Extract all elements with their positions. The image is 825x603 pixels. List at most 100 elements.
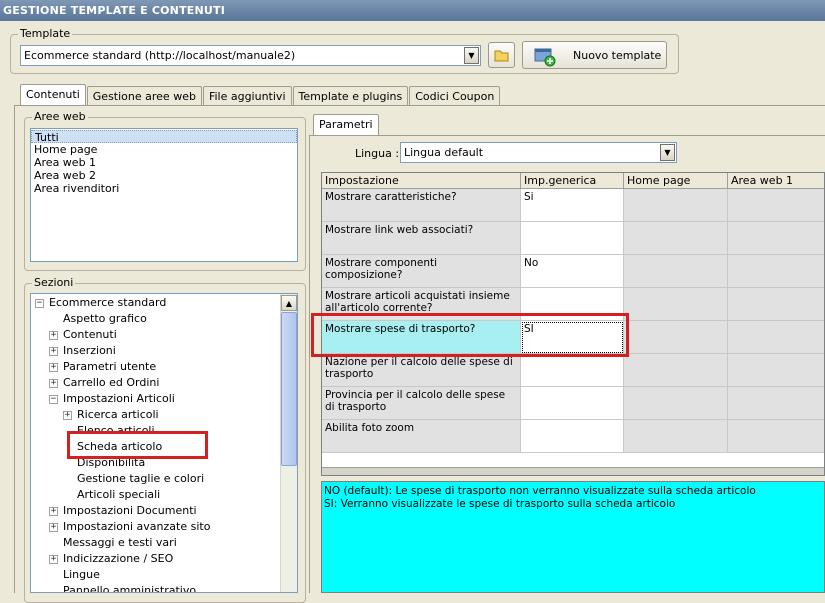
expand-icon[interactable]: +: [49, 555, 58, 564]
area-web-1-cell[interactable]: [728, 420, 824, 453]
aree-web-list[interactable]: Tutti Home page Area web 1 Area web 2 Ar…: [30, 128, 298, 262]
chevron-down-icon[interactable]: ▼: [464, 47, 479, 64]
tree-item[interactable]: Articoli speciali: [31, 487, 279, 503]
new-template-button[interactable]: Nuovo template: [522, 41, 667, 69]
tree-item[interactable]: + Ricerca articoli: [31, 407, 279, 423]
tree-item[interactable]: Pannello amministrativo: [31, 583, 279, 592]
new-template-icon: [534, 48, 556, 67]
area-web-1-cell[interactable]: [728, 321, 824, 354]
chevron-up-icon: ▲: [285, 298, 293, 308]
open-folder-button[interactable]: [488, 42, 515, 68]
collapse-icon[interactable]: −: [49, 395, 58, 404]
parametri-tabs: Parametri: [313, 114, 380, 135]
tree-item[interactable]: − Impostazioni Articoli: [31, 391, 279, 407]
value-cell[interactable]: Si: [521, 189, 624, 222]
tree-scrollbar[interactable]: ▲: [280, 294, 297, 592]
expand-icon[interactable]: +: [63, 411, 72, 420]
tree-item-label: Messaggi e testi vari: [63, 536, 177, 549]
column-header[interactable]: Home page: [624, 173, 728, 189]
tree-item[interactable]: + Impostazioni avanzate sito: [31, 519, 279, 535]
new-template-label: Nuovo template: [573, 49, 662, 62]
tab-parametri[interactable]: Parametri: [313, 114, 379, 135]
home-page-cell[interactable]: [624, 255, 728, 288]
tree-item[interactable]: − Ecommerce standard: [31, 295, 279, 311]
home-page-cell[interactable]: [624, 222, 728, 255]
tab-gestione-aree-web[interactable]: Gestione aree web: [86, 86, 202, 105]
setting-cell[interactable]: Mostrare link web associati?: [322, 222, 521, 255]
expand-icon[interactable]: +: [49, 507, 58, 516]
scroll-up-button[interactable]: ▲: [281, 295, 297, 311]
tree-item-label: Impostazioni Documenti: [63, 504, 197, 517]
area-web-1-cell[interactable]: [728, 387, 824, 420]
setting-cell[interactable]: Nazione per il calcolo delle spese di tr…: [322, 354, 521, 387]
column-header[interactable]: Impostazione: [322, 173, 521, 189]
tree-item[interactable]: Lingue: [31, 567, 279, 583]
expand-icon[interactable]: +: [49, 331, 58, 340]
tab-contenuti[interactable]: Contenuti: [20, 84, 86, 105]
tree-item[interactable]: + Parametri utente: [31, 359, 279, 375]
setting-cell[interactable]: Mostrare caratteristiche?: [322, 189, 521, 222]
tree-item[interactable]: + Impostazioni Documenti: [31, 503, 279, 519]
home-page-cell[interactable]: [624, 288, 728, 321]
setting-cell[interactable]: Abilita foto zoom: [322, 420, 521, 453]
lingua-label: Lingua :: [355, 147, 400, 160]
area-web-1-cell[interactable]: [728, 222, 824, 255]
value-cell[interactable]: [521, 420, 624, 453]
column-header[interactable]: Area web 1: [728, 173, 824, 189]
sezioni-label: Sezioni: [32, 276, 76, 289]
info-box: NO (default): Le spese di trasporto non …: [321, 481, 825, 593]
area-web-1-cell[interactable]: [728, 354, 824, 387]
tree-item[interactable]: + Indicizzazione / SEO: [31, 551, 279, 567]
area-web-1-cell[interactable]: [728, 255, 824, 288]
value-cell[interactable]: [521, 387, 624, 420]
template-group-label: Template: [18, 27, 73, 40]
tab-codici-coupon[interactable]: Codici Coupon: [409, 86, 501, 105]
scroll-thumb[interactable]: [281, 312, 297, 466]
area-web-1-cell[interactable]: [728, 288, 824, 321]
tab-template-e-plugins[interactable]: Template e plugins: [292, 86, 409, 105]
template-select[interactable]: Ecommerce standard (http://localhost/man…: [20, 45, 481, 66]
tree-item[interactable]: + Inserzioni: [31, 343, 279, 359]
value-cell[interactable]: No: [521, 255, 624, 288]
tree-item[interactable]: Messaggi e testi vari: [31, 535, 279, 551]
tree-item[interactable]: Gestione taglie e colori: [31, 471, 279, 487]
list-item[interactable]: Area web 2: [31, 169, 297, 182]
lingua-select[interactable]: Lingua default ▼: [400, 142, 677, 163]
tree-item-label: Impostazioni avanzate sito: [63, 520, 211, 533]
list-item[interactable]: Tutti: [31, 130, 297, 144]
list-item[interactable]: Area rivenditori: [31, 182, 297, 195]
highlight-scheda-articolo: [67, 431, 208, 459]
setting-cell[interactable]: Provincia per il calcolo delle spese di …: [322, 387, 521, 420]
tree-item-label: Ecommerce standard: [49, 296, 167, 309]
collapse-icon[interactable]: −: [35, 299, 44, 308]
tree-item[interactable]: + Contenuti: [31, 327, 279, 343]
expand-icon[interactable]: +: [49, 379, 58, 388]
area-web-1-cell[interactable]: [728, 189, 824, 222]
setting-cell[interactable]: Mostrare componenti composizione?: [322, 255, 521, 288]
chevron-down-icon[interactable]: ▼: [660, 144, 675, 161]
tree-item-label: Ricerca articoli: [77, 408, 159, 421]
expand-icon[interactable]: +: [49, 363, 58, 372]
home-page-cell[interactable]: [624, 387, 728, 420]
home-page-cell[interactable]: [624, 420, 728, 453]
tree-item-label: Articoli speciali: [77, 488, 161, 501]
tree-item[interactable]: + Carrello ed Ordini: [31, 375, 279, 391]
expand-icon[interactable]: +: [49, 347, 58, 356]
tree-item-label: Impostazioni Articoli: [63, 392, 175, 405]
home-page-cell[interactable]: [624, 321, 728, 354]
tree-item-label: Aspetto grafico: [63, 312, 147, 325]
expand-icon[interactable]: +: [49, 523, 58, 532]
tree-item[interactable]: Aspetto grafico: [31, 311, 279, 327]
tree-item-label: Carrello ed Ordini: [63, 376, 160, 389]
tree-item-label: Gestione taglie e colori: [77, 472, 205, 485]
highlight-spese-trasporto: [311, 313, 629, 357]
home-page-cell[interactable]: [624, 189, 728, 222]
list-item[interactable]: Area web 1: [31, 156, 297, 169]
grid-hscrollbar[interactable]: [322, 467, 824, 475]
tab-file-aggiuntivi[interactable]: File aggiuntivi: [202, 86, 292, 105]
list-item[interactable]: Home page: [31, 143, 297, 156]
home-page-cell[interactable]: [624, 354, 728, 387]
value-cell[interactable]: [521, 354, 624, 387]
value-cell[interactable]: [521, 222, 624, 255]
column-header[interactable]: Imp.generica: [521, 173, 624, 189]
